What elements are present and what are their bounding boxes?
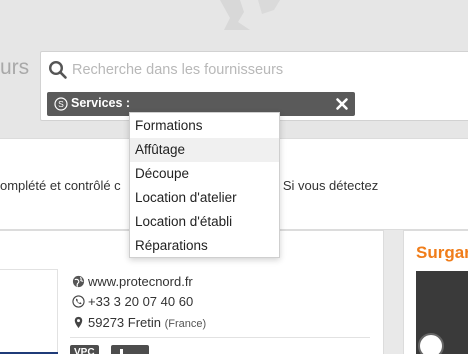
phone-icon <box>72 295 85 308</box>
search-input[interactable] <box>72 59 468 81</box>
close-icon[interactable] <box>335 97 349 111</box>
supplier-city: 59273 Fretin <box>88 315 161 330</box>
dropdown-item-reparations[interactable]: Réparations <box>130 234 279 258</box>
tool-tag <box>111 345 149 354</box>
map-background-fragment <box>220 0 280 30</box>
search-icon <box>48 60 67 79</box>
globe-icon <box>72 275 85 288</box>
supplier-phone: +33 3 20 07 40 60 <box>72 294 193 309</box>
promo-title: Surgar <box>416 243 468 262</box>
dropdown-item-location-etabli[interactable]: Location d'établi <box>130 210 279 234</box>
promo-card[interactable]: Surgar <box>403 230 468 354</box>
supplier-logo <box>0 269 58 354</box>
hand-icon <box>120 349 123 354</box>
services-dropdown[interactable]: Formations Affûtage Découpe Location d'a… <box>129 112 280 258</box>
supplier-phone-number: +33 3 20 07 40 60 <box>88 294 194 309</box>
notice-text-left: omplété et contrôlé c <box>0 178 121 193</box>
dropdown-item-formations[interactable]: Formations <box>130 114 279 138</box>
vpc-tag: VPC <box>70 345 99 354</box>
promo-badge-icon <box>418 333 444 354</box>
supplier-website[interactable]: www.protecnord.fr <box>72 274 193 289</box>
services-filter-label: Services : <box>71 96 131 110</box>
supplier-address: 59273 Fretin (France) <box>72 315 206 330</box>
dropdown-item-location-atelier[interactable]: Location d'atelier <box>130 186 279 210</box>
map-marker-icon <box>74 316 83 329</box>
card-divider <box>70 337 370 338</box>
supplier-country: (France) <box>164 318 207 330</box>
svg-text:S: S <box>58 99 64 109</box>
dropdown-item-affutage[interactable]: Affûtage <box>130 138 279 162</box>
dropdown-item-decoupe[interactable]: Découpe <box>130 162 279 186</box>
circled-s-icon: S <box>54 97 68 111</box>
search-box[interactable]: S Services : <box>40 51 468 121</box>
supplier-website-link[interactable]: www.protecnord.fr <box>88 274 193 289</box>
page-title: urs <box>0 56 30 79</box>
